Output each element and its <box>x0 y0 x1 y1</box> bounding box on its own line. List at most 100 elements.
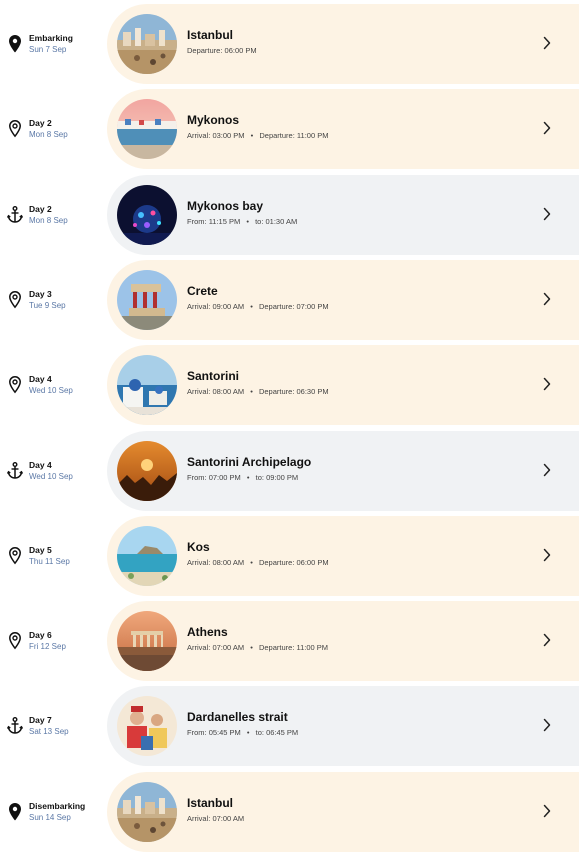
time-1-value: 09:00 AM <box>212 301 245 311</box>
stop-name: Istanbul <box>187 795 234 810</box>
time-1-label: Arrival: <box>187 643 211 653</box>
chevron-right-icon[interactable] <box>543 548 551 562</box>
athens-photo <box>117 611 177 672</box>
itinerary-row: Disembarking Sun 14 Sep Istanbul Arrival… <box>0 771 579 852</box>
time-1-label: Departure: <box>187 46 223 55</box>
time-2-value: 06:30 PM <box>296 387 329 397</box>
time-1-label: Arrival: <box>187 557 211 567</box>
time-1-value: 11:15 PM <box>208 216 241 226</box>
stop-card[interactable]: Athens Arrival: 07:00 AM • Departure: 11… <box>107 601 579 682</box>
chevron-right-icon[interactable] <box>543 377 551 391</box>
stop-card[interactable]: Istanbul Departure: 06:00 PM <box>107 4 579 84</box>
stop-times: Departure: 06:00 PM <box>187 46 257 55</box>
time-1-label: Arrival: <box>187 301 211 311</box>
chevron-right-icon[interactable] <box>543 292 551 306</box>
stop-times: Arrival: 08:00 AM • Departure: 06:00 PM <box>187 558 329 567</box>
itinerary-row: Day 4 Wed 10 Sep Santorini Arrival: 08:0… <box>0 345 579 426</box>
anchor-icon <box>7 716 23 736</box>
location-pin-outline-icon <box>7 375 23 395</box>
time-1-label: Arrival: <box>187 131 211 141</box>
day-date: Sat 13 Sep <box>29 727 69 737</box>
time-2-value: 07:00 PM <box>296 301 329 311</box>
time-1-value: 07:00 PM <box>208 472 241 482</box>
stop-name: Santorini <box>187 369 240 384</box>
itinerary-row: Day 5 Thu 11 Sep Kos Arrival: 08:00 AM •… <box>0 515 579 596</box>
day-label: Day 2 <box>29 203 52 214</box>
chevron-right-icon[interactable] <box>543 207 551 221</box>
separator: • <box>250 643 253 653</box>
time-2-label: Departure: <box>258 387 295 397</box>
day-info: Day 4 Wed 10 Sep <box>29 374 109 396</box>
day-date: Tue 9 Sep <box>29 300 66 310</box>
location-pin-filled-icon <box>7 34 23 54</box>
chevron-right-icon[interactable] <box>543 36 551 50</box>
stop-card[interactable]: Kos Arrival: 08:00 AM • Departure: 06:00… <box>107 515 579 596</box>
stop-times: Arrival: 07:00 AM <box>187 814 244 823</box>
stop-times: From: 05:45 PM • to: 06:45 PM <box>187 728 298 737</box>
stop-card[interactable]: Crete Arrival: 09:00 AM • Departure: 07:… <box>107 259 579 340</box>
separator: • <box>246 472 250 482</box>
stop-name: Mykonos <box>187 113 240 128</box>
stop-name: Mykonos bay <box>187 198 264 213</box>
stop-name: Kos <box>187 539 210 554</box>
mykonos-bay-photo <box>117 184 177 245</box>
itinerary-row: Day 6 Fri 12 Sep Athens Arrival: 07:00 A… <box>0 601 579 682</box>
time-2-value: 11:00 PM <box>296 643 329 653</box>
day-label: Day 7 <box>29 715 52 726</box>
time-2-label: to: <box>255 216 264 226</box>
day-date: Wed 10 Sep <box>29 386 73 396</box>
stop-card[interactable]: Mykonos bay From: 11:15 PM • to: 01:30 A… <box>107 174 579 255</box>
mykonos-photo <box>117 99 177 160</box>
chevron-right-icon[interactable] <box>543 718 551 732</box>
stop-name: Dardanelles strait <box>187 710 288 725</box>
anchor-icon <box>7 205 23 225</box>
stop-times: Arrival: 07:00 AM • Departure: 11:00 PM <box>187 643 328 652</box>
time-2-label: Departure: <box>258 301 295 311</box>
stop-times: From: 11:15 PM • to: 01:30 AM <box>187 217 297 226</box>
stop-card[interactable]: Istanbul Arrival: 07:00 AM <box>107 771 579 852</box>
stop-card[interactable]: Mykonos Arrival: 03:00 PM • Departure: 1… <box>107 89 579 170</box>
time-2-value: 11:00 PM <box>296 131 329 141</box>
stop-name: Santorini Archipelago <box>187 454 312 469</box>
location-pin-outline-icon <box>7 546 23 566</box>
time-2-label: to: <box>255 472 264 482</box>
time-2-label: Departure: <box>258 643 295 653</box>
day-label: Day 4 <box>29 374 52 385</box>
day-date: Sun 7 Sep <box>29 45 67 54</box>
chevron-right-icon[interactable] <box>543 463 551 477</box>
separator: • <box>246 216 249 226</box>
day-info: Disembarking Sun 14 Sep <box>29 801 109 823</box>
time-1-label: From: <box>187 472 207 482</box>
dardanelles-photo <box>117 696 177 757</box>
separator: • <box>250 131 254 141</box>
day-label: Day 5 <box>29 544 52 555</box>
time-1-label: Arrival: <box>187 387 211 397</box>
time-2-value: 09:00 PM <box>266 472 299 482</box>
day-date: Sun 14 Sep <box>29 812 71 822</box>
time-2-value: 06:00 PM <box>296 557 329 567</box>
chevron-right-icon[interactable] <box>543 804 551 818</box>
day-label: Day 2 <box>29 118 52 129</box>
location-pin-outline-icon <box>7 290 23 310</box>
day-date: Wed 10 Sep <box>29 471 73 481</box>
time-2-label: Departure: <box>258 557 295 567</box>
anchor-icon <box>7 461 23 481</box>
chevron-right-icon[interactable] <box>543 633 551 647</box>
chevron-right-icon[interactable] <box>543 121 551 135</box>
separator: • <box>250 301 253 311</box>
location-pin-filled-icon <box>7 802 23 822</box>
day-label: Day 4 <box>29 459 52 470</box>
itinerary-row: Embarking Sun 7 Sep Istanbul Departure: … <box>0 4 579 84</box>
time-2-value: 01:30 AM <box>265 216 298 226</box>
day-label: Day 6 <box>29 630 52 641</box>
stop-card[interactable]: Dardanelles strait From: 05:45 PM • to: … <box>107 686 579 767</box>
stop-times: From: 07:00 PM • to: 09:00 PM <box>187 473 298 482</box>
stop-card[interactable]: Santorini Archipelago From: 07:00 PM • t… <box>107 430 579 511</box>
location-pin-outline-icon <box>7 631 23 651</box>
stop-name: Crete <box>187 283 218 298</box>
day-label: Embarking <box>29 33 73 43</box>
separator: • <box>250 387 253 397</box>
stop-card[interactable]: Santorini Arrival: 08:00 AM • Departure:… <box>107 345 579 426</box>
day-date: Thu 11 Sep <box>29 556 70 566</box>
time-2-label: Departure: <box>259 131 295 141</box>
